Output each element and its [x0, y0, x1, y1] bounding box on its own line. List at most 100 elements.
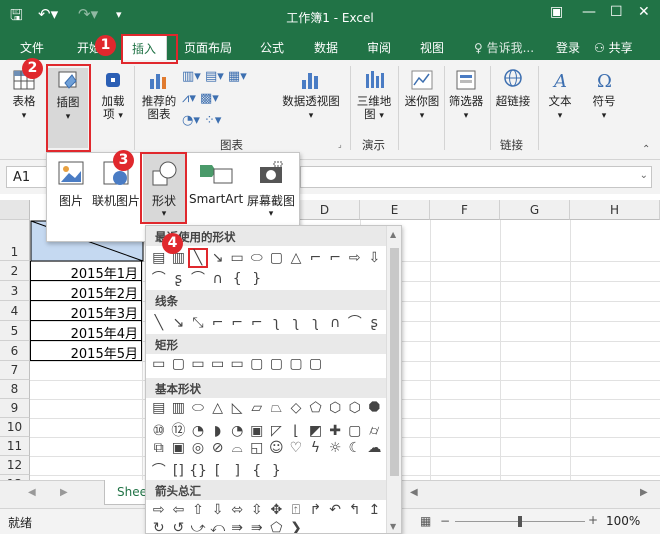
bevel-icon[interactable]: ▣ [169, 440, 189, 456]
curve-arrow-icon[interactable]: ʅ [286, 315, 306, 331]
down-arrow-icon[interactable]: ⇩ [365, 250, 385, 266]
arrow-icon[interactable]: ↘ [169, 315, 189, 331]
scroll-down-icon[interactable]: ▼ [390, 522, 396, 531]
formula-input[interactable] [300, 166, 652, 188]
teardrop-icon[interactable]: ◔ [227, 423, 247, 439]
plaque-icon[interactable]: ▢ [345, 423, 365, 439]
tab-file[interactable]: 文件 [20, 39, 44, 56]
close-icon[interactable]: ✕ [638, 4, 650, 20]
row-header[interactable]: 9 [0, 399, 30, 418]
right-triangle-icon[interactable]: ◺ [227, 400, 247, 416]
elbow-arrow-icon[interactable]: ⌐ [325, 250, 345, 266]
curve-connector-icon[interactable]: ʅ [267, 315, 287, 331]
next-sheet-icon[interactable]: ▶ [60, 487, 68, 498]
tab-review[interactable]: 审阅 [367, 39, 391, 56]
chart-type-buttons[interactable]: ▥▾ ▤▾ ▦▾ ⩘▾ ▩▾ ◔▾ ⁘▾ [182, 66, 276, 136]
striped-arrow-icon[interactable]: ⇛ [227, 520, 247, 533]
triangle-icon[interactable]: △ [208, 400, 228, 416]
scribble-icon[interactable]: ʂ [365, 315, 385, 331]
column-header-f[interactable]: F [430, 200, 500, 220]
date-cell[interactable]: 2015年2月 [30, 281, 142, 302]
line-chart-icon[interactable]: ⩘▾ [182, 91, 196, 106]
curved-left-arrow-icon[interactable]: ↺ [169, 520, 189, 533]
shape-row[interactable]: ▭ ▢ ▭ ▭ ▭ ▢ ▢ ▢ ▢ [149, 356, 385, 376]
maximize-icon[interactable]: ☐ [610, 4, 623, 20]
left-brace-icon[interactable]: { [247, 463, 267, 479]
double-brace-icon[interactable]: {} [188, 463, 208, 479]
scribble-icon[interactable]: ʂ [169, 271, 189, 287]
shape-row[interactable]: ⌒ ʂ ⌒ ∩{} [149, 268, 385, 288]
text-box-icon[interactable]: ▤ [149, 400, 169, 416]
u-turn-arrow-icon[interactable]: ↶ [325, 502, 345, 518]
filters-button[interactable]: 筛选器 ▾ [446, 68, 486, 123]
bent-up-arrow-icon[interactable]: ↥ [365, 502, 385, 518]
statistic-chart-icon[interactable]: ▦▾ [228, 69, 247, 84]
diamond-icon[interactable]: ◇ [286, 400, 306, 416]
3d-map-button[interactable]: 三维地图 ▾ [352, 68, 396, 123]
parallelogram-icon[interactable]: ▱ [247, 400, 267, 416]
pentagon-icon[interactable]: ⬠ [306, 400, 326, 416]
tab-formulas[interactable]: 公式 [260, 39, 284, 56]
line-icon[interactable]: ╲ [188, 248, 208, 268]
double-arrow-icon[interactable]: ⤡ [188, 315, 208, 331]
hierarchy-chart-icon[interactable]: ▤▾ [205, 69, 224, 84]
expand-formula-icon[interactable]: ⌄ [640, 170, 648, 181]
ribbon-display-icon[interactable]: ▣ [550, 4, 563, 20]
recommended-charts-button[interactable]: 推荐的 图表 [140, 68, 178, 121]
elbow-double-arrow-icon[interactable]: ⌐ [247, 315, 267, 331]
heart-icon[interactable]: ♡ [286, 440, 306, 456]
tab-page-layout[interactable]: 页面布局 [184, 39, 232, 56]
curve-icon[interactable]: ∩ [325, 315, 345, 331]
curve-double-arrow-icon[interactable]: ʅ [306, 315, 326, 331]
zoom-level[interactable]: 100% [606, 514, 640, 528]
scroll-right-icon[interactable]: ▶ [640, 487, 648, 498]
zoom-out-icon[interactable]: − [440, 514, 450, 528]
hyperlink-button[interactable]: 超链接 [492, 68, 534, 108]
minimize-icon[interactable]: — [582, 4, 596, 20]
pivot-chart-button[interactable]: 数据透视图 ▾ [276, 68, 346, 123]
arc-icon[interactable]: ∩ [208, 271, 228, 287]
round-rectangle-icon[interactable]: ▢ [286, 356, 306, 372]
left-right-arrow-icon[interactable]: ⬄ [227, 502, 247, 518]
row-header[interactable]: 11 [0, 437, 30, 456]
tell-me-box[interactable]: ♀ 告诉我... [474, 39, 534, 56]
hexagon-icon[interactable]: ⬡ [325, 400, 345, 416]
heptagon-icon[interactable]: ⬡ [345, 400, 365, 416]
elbow-connector-icon[interactable]: ⌐ [306, 250, 326, 266]
share-button[interactable]: ⚇ 共享 [594, 39, 633, 56]
prev-sheet-icon[interactable]: ◀ [28, 487, 36, 498]
dodecagon-icon[interactable]: ⑫ [169, 420, 189, 440]
round-snip-rectangle-icon[interactable]: ▢ [247, 356, 267, 372]
pie-icon[interactable]: ◔ [188, 423, 208, 439]
curve-icon[interactable]: ⌒ [188, 268, 208, 288]
smartart-button[interactable]: SmartArt [189, 159, 243, 206]
left-arrow-icon[interactable]: ⇦ [169, 502, 189, 518]
row-header[interactable]: 4 [0, 301, 30, 321]
left-right-up-arrow-icon[interactable]: ⍐ [286, 502, 306, 518]
line-icon[interactable]: ╲ [149, 315, 169, 331]
curved-up-arrow-icon[interactable]: ⤻ [188, 520, 208, 533]
bent-arrow-icon[interactable]: ↱ [306, 502, 326, 518]
sparklines-button[interactable]: 迷你图 ▾ [400, 68, 444, 123]
date-cell[interactable]: 2015年1月 [30, 261, 142, 282]
sun-icon[interactable]: ☼ [325, 440, 345, 456]
freeform-icon[interactable]: ⌒ [345, 312, 365, 332]
moon-icon[interactable]: ☾ [345, 440, 365, 456]
right-arrow-icon[interactable]: ⇨ [149, 502, 169, 518]
cross-icon[interactable]: ✚ [325, 423, 345, 439]
scrollbar-thumb[interactable] [390, 248, 399, 476]
waterfall-chart-icon[interactable]: ▩▾ [200, 91, 219, 106]
collapse-ribbon-icon[interactable]: ⌃ [642, 144, 650, 155]
elbow-arrow-icon[interactable]: ⌐ [227, 315, 247, 331]
symbols-button[interactable]: Ω 符号 ▾ [586, 68, 622, 123]
login-button[interactable]: 登录 [556, 39, 580, 56]
scroll-left-icon[interactable]: ◀ [410, 487, 418, 498]
date-cell[interactable]: 2015年4月 [30, 321, 142, 342]
octagon-icon[interactable]: ⯃ [365, 400, 385, 416]
right-brace-icon[interactable]: } [267, 463, 287, 479]
shape-row[interactable]: ╲ ↘ ⤡ ⌐ ⌐ ⌐ ʅ ʅ ʅ ∩ ⌒ ʂ [149, 312, 385, 332]
oval-icon[interactable]: ⬭ [247, 250, 267, 266]
round-rectangle-icon[interactable]: ▢ [267, 356, 287, 372]
elbow-icon[interactable]: ⌐ [208, 315, 228, 331]
folded-corner-icon[interactable]: ◱ [247, 440, 267, 456]
